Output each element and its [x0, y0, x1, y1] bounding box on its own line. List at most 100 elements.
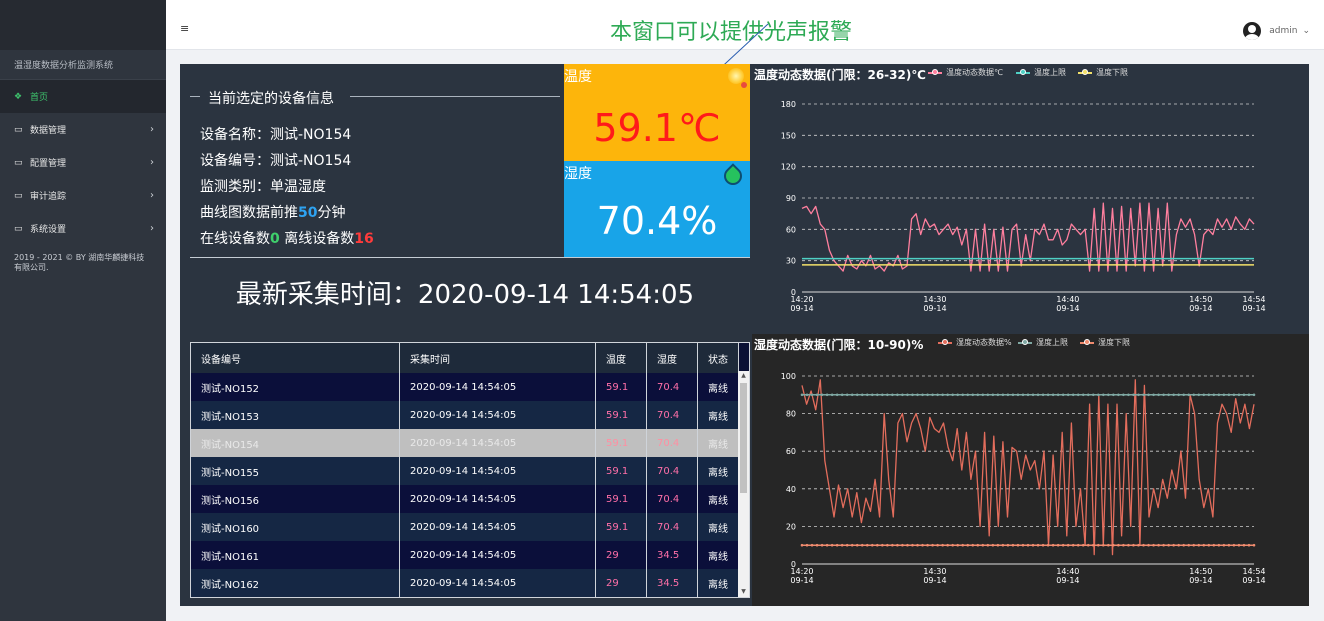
device-counts: 在线设备数0 离线设备数16: [200, 231, 374, 247]
sidebar-item-data-management[interactable]: ▭ 数据管理 ›: [0, 113, 166, 146]
table-row[interactable]: 测试-NO152 2020-09-14 14:54:05 59.1 70.4 离线: [191, 373, 739, 401]
sidebar-item-config-management[interactable]: ▭ 配置管理 ›: [0, 146, 166, 179]
table-row[interactable]: 测试-NO162 2020-09-14 14:54:05 29 34.5 离线: [191, 569, 739, 597]
threshold-point: [901, 543, 904, 547]
threshold-point: [1091, 393, 1095, 397]
cell-device-code: 测试-NO156: [191, 485, 400, 513]
device-info-title: 当前选定的设备信息: [204, 88, 338, 108]
cell-status: 离线: [697, 541, 739, 569]
threshold-point: [961, 543, 965, 547]
threshold-point: [996, 393, 1000, 397]
y-tick-label: 180: [781, 100, 796, 109]
scroll-thumb[interactable]: [740, 383, 747, 493]
threshold-point: [835, 543, 839, 547]
threshold-point: [1086, 543, 1090, 547]
threshold-point: [1162, 393, 1165, 397]
threshold-point: [1177, 393, 1180, 397]
threshold-point: [1222, 393, 1226, 397]
x-tick-label: 09-14: [1242, 576, 1265, 585]
table-row[interactable]: 测试-NO154 2020-09-14 14:54:05 59.1 70.4 离线: [191, 429, 739, 457]
threshold-point: [820, 393, 824, 397]
threshold-point: [1142, 393, 1145, 397]
table-row[interactable]: 测试-NO153 2020-09-14 14:54:05 59.1 70.4 离线: [191, 401, 739, 429]
table-scrollbar[interactable]: ▲ ▼: [738, 371, 749, 597]
sidebar-item-system-settings[interactable]: ▭ 系统设置 ›: [0, 212, 166, 245]
threshold-point: [830, 543, 834, 547]
table-row[interactable]: 测试-NO1632020-09-14 14:54:052934.5离线: [191, 597, 739, 598]
x-tick-label: 14:20: [790, 295, 813, 304]
y-tick-label: 150: [781, 131, 796, 140]
threshold-point: [1227, 543, 1231, 547]
chevron-right-icon: ›: [150, 124, 154, 135]
threshold-point: [931, 543, 934, 547]
cell-time: 2020-09-14 14:54:05: [399, 373, 596, 401]
x-tick-label: 14:40: [1056, 567, 1079, 576]
sidebar-item-audit-trail[interactable]: ▭ 审计追踪 ›: [0, 179, 166, 212]
threshold-point: [871, 543, 874, 547]
threshold-point: [1192, 393, 1196, 397]
threshold-point: [855, 543, 859, 547]
x-tick-label: 14:50: [1189, 567, 1212, 576]
threshold-point: [1157, 543, 1160, 547]
threshold-point: [981, 543, 985, 547]
threshold-point: [1006, 393, 1010, 397]
threshold-point: [961, 393, 965, 397]
threshold-point: [1076, 543, 1080, 547]
threshold-point: [865, 543, 869, 547]
threshold-point: [871, 393, 874, 397]
x-tick-label: 09-14: [1056, 576, 1079, 585]
y-tick-label: 60: [786, 225, 796, 234]
cell-time: 2020-09-14 14:54:05: [399, 401, 596, 429]
cell-humidity: 70.4: [646, 373, 698, 401]
threshold-point: [946, 393, 949, 397]
chevron-right-icon: ›: [150, 190, 154, 201]
x-tick-label: 09-14: [1242, 304, 1265, 313]
threshold-point: [1182, 393, 1185, 397]
table-row[interactable]: 测试-NO161 2020-09-14 14:54:05 29 34.5 离线: [191, 541, 739, 569]
table-row[interactable]: 测试-NO155 2020-09-14 14:54:05 59.1 70.4 离线: [191, 457, 739, 485]
y-tick-label: 20: [786, 522, 796, 531]
x-tick-label: 09-14: [923, 576, 946, 585]
threshold-point: [946, 543, 949, 547]
threshold-point: [1036, 543, 1040, 547]
threshold-point: [971, 393, 975, 397]
menu-toggle-icon[interactable]: ≡: [180, 22, 189, 35]
threshold-point: [1182, 543, 1185, 547]
scroll-down-icon[interactable]: ▼: [738, 587, 749, 597]
cell-device-code: 测试-NO155: [191, 457, 400, 485]
threshold-point: [1177, 543, 1180, 547]
cell-time: 2020-09-14 14:54:05: [399, 569, 596, 597]
curve-range: 曲线图数据前推50分钟: [200, 205, 346, 221]
threshold-point: [941, 393, 944, 397]
threshold-point: [1016, 393, 1020, 397]
threshold-point: [1132, 543, 1135, 547]
threshold-point: [1061, 543, 1065, 547]
threshold-point: [901, 393, 904, 397]
user-menu[interactable]: admin ⌄: [1243, 22, 1310, 40]
device-info-rows: 设备名称：测试-NO154 设备编号：测试-NO154 监测类别：单温湿度 曲线…: [200, 122, 374, 252]
threshold-point: [1081, 543, 1085, 547]
threshold-point: [830, 393, 834, 397]
cell-temperature: 59.1: [595, 513, 647, 541]
threshold-point: [1102, 543, 1105, 547]
threshold-point: [886, 393, 889, 397]
threshold-point: [835, 393, 839, 397]
threshold-point: [876, 543, 879, 547]
threshold-point: [825, 393, 829, 397]
threshold-point: [1056, 393, 1060, 397]
threshold-point: [805, 543, 809, 547]
cell-humidity: 34.5: [646, 569, 698, 597]
y-tick-label: 40: [786, 485, 796, 494]
threshold-point: [1147, 393, 1150, 397]
offline-count: 16: [354, 231, 374, 247]
cell-temperature: 29: [595, 569, 647, 597]
table-row[interactable]: 测试-NO156 2020-09-14 14:54:05 59.1 70.4 离线: [191, 485, 739, 513]
sidebar-item-label: 系统设置: [30, 225, 67, 235]
threshold-point: [1242, 393, 1246, 397]
scroll-up-icon[interactable]: ▲: [738, 371, 749, 381]
divider: [190, 257, 750, 258]
table-row[interactable]: 测试-NO160 2020-09-14 14:54:05 59.1 70.4 离线: [191, 513, 739, 541]
threshold-point: [1242, 543, 1246, 547]
sidebar-item-home[interactable]: ❖ 首页: [0, 80, 166, 113]
threshold-point: [951, 393, 954, 397]
